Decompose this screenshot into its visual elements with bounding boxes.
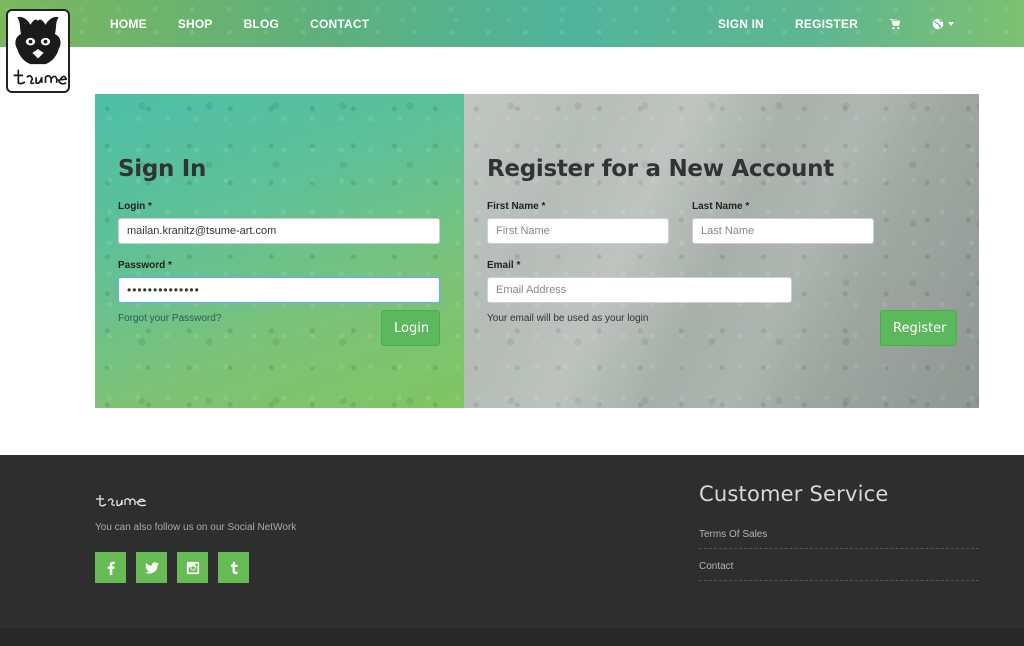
email-hint: Your email will be used as your login [487, 313, 649, 324]
facebook-button[interactable] [95, 552, 126, 583]
site-logo[interactable] [6, 9, 70, 93]
nav-left: HOME SHOP BLOG CONTACT [110, 0, 400, 47]
tumblr-icon [230, 561, 237, 574]
first-name-input[interactable] [487, 218, 669, 244]
nav-shop[interactable]: SHOP [178, 17, 213, 31]
login-label: Login * [118, 201, 152, 212]
last-name-label: Last Name * [692, 201, 750, 212]
footer-contact-link[interactable]: Contact [699, 561, 979, 581]
auth-panels: Sign In Login * Password * Forgot your P… [95, 94, 979, 408]
register-button[interactable]: Register [880, 310, 957, 346]
instagram-icon [186, 561, 199, 574]
footer-bottom-bar [0, 628, 1024, 646]
tumblr-button[interactable] [218, 552, 249, 583]
facebook-icon [107, 561, 115, 575]
terms-of-sales-link[interactable]: Terms Of Sales [699, 529, 979, 549]
password-input[interactable] [118, 277, 440, 303]
login-button[interactable]: Login [381, 310, 440, 346]
chevron-down-icon [948, 21, 954, 26]
nav-contact[interactable]: CONTACT [310, 17, 369, 31]
twitter-icon [144, 561, 159, 574]
sign-in-panel: Sign In Login * Password * Forgot your P… [95, 94, 464, 408]
forgot-password-link[interactable]: Forgot your Password? [118, 313, 221, 324]
first-name-label: First Name * [487, 201, 546, 212]
register-panel: Register for a New Account First Name * … [464, 94, 979, 408]
register-title: Register for a New Account [487, 156, 834, 182]
social-follow-text: You can also follow us on our Social Net… [95, 522, 297, 533]
globe-icon [932, 18, 944, 29]
email-label: Email * [487, 260, 521, 271]
top-navigation: HOME SHOP BLOG CONTACT SIGN IN REGISTER [0, 0, 1024, 47]
nav-blog[interactable]: BLOG [244, 17, 279, 31]
login-input[interactable] [118, 218, 440, 244]
nav-register[interactable]: REGISTER [795, 17, 858, 31]
footer: tsume You can also follow us on our Soci… [0, 455, 1024, 646]
cart-icon[interactable] [889, 18, 901, 30]
nav-sign-in[interactable]: SIGN IN [718, 17, 764, 31]
page: HOME SHOP BLOG CONTACT SIGN IN REGISTER [0, 0, 1024, 646]
twitter-button[interactable] [136, 552, 167, 583]
password-label: Password * [118, 260, 172, 271]
nav-right: SIGN IN REGISTER [687, 0, 954, 47]
nav-home[interactable]: HOME [110, 17, 147, 31]
language-selector[interactable] [932, 18, 954, 30]
sign-in-title: Sign In [118, 156, 207, 182]
instagram-button[interactable] [177, 552, 208, 583]
last-name-input[interactable] [692, 218, 874, 244]
customer-service-title: Customer Service [699, 482, 889, 506]
email-input[interactable] [487, 277, 792, 303]
footer-logo[interactable] [95, 492, 149, 508]
tsume-logo-icon [13, 16, 68, 85]
